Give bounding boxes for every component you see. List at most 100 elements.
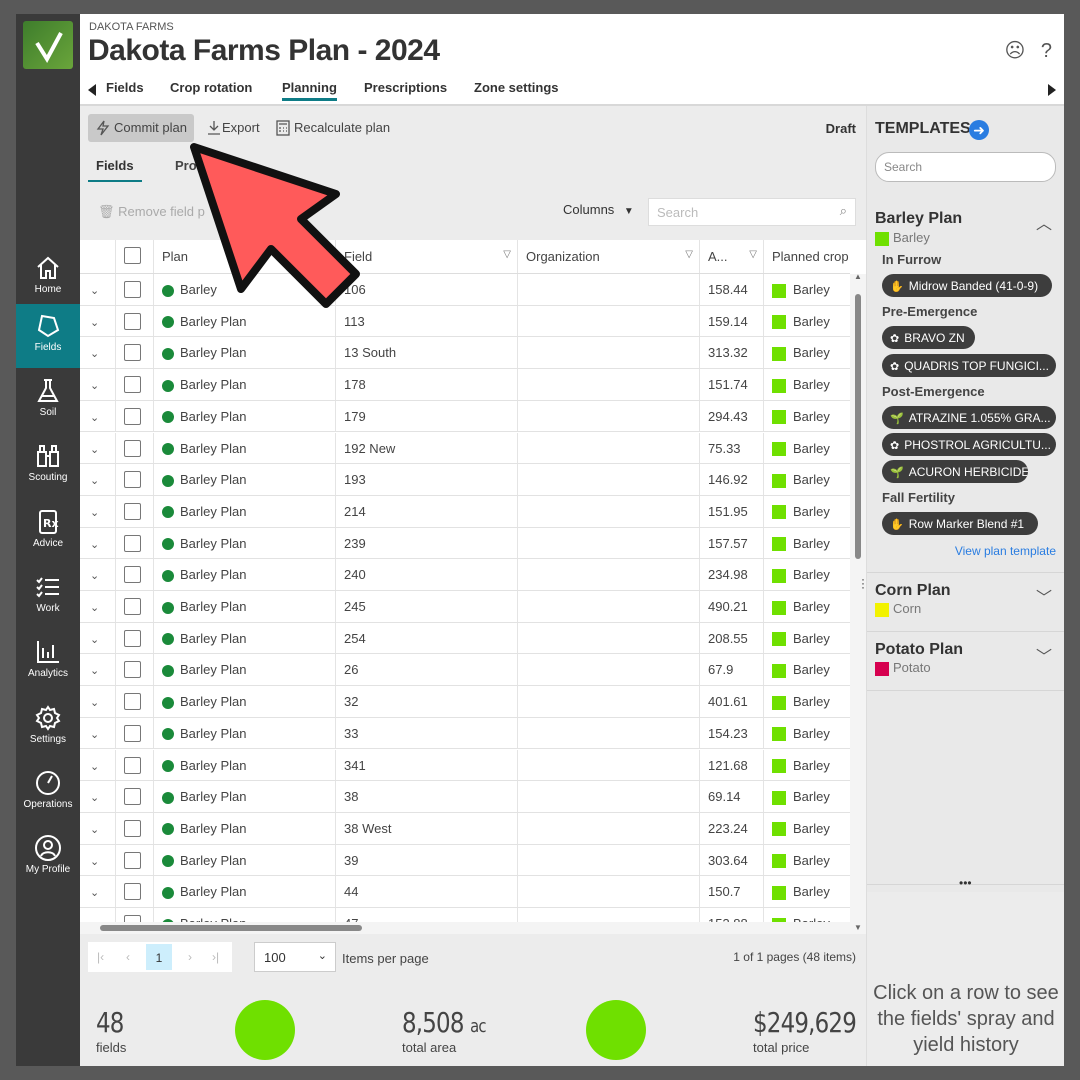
table-row[interactable]: ⌄ Barley Plan 245 490.21 Barley	[80, 591, 850, 623]
chevron-down-icon[interactable]: ﹀	[1036, 584, 1052, 608]
expand-row-icon[interactable]: ⌄	[80, 876, 116, 907]
table-row[interactable]: ⌄ Barley Plan 26 67.9 Barley	[80, 654, 850, 687]
tab-fields[interactable]: Fields	[106, 80, 144, 95]
table-row[interactable]: ⌄ Barley Plan 179 294.43 Barley	[80, 400, 850, 433]
row-checkbox[interactable]	[116, 495, 154, 527]
tab-planning[interactable]: Planning	[282, 80, 337, 101]
expand-row-icon[interactable]: ⌄	[80, 622, 116, 654]
subtab-fields[interactable]: Fields	[88, 158, 142, 182]
nav-settings[interactable]: Settings	[16, 696, 80, 760]
table-row[interactable]: ⌄ Barley Plan 214 151.95 Barley	[80, 495, 850, 528]
template-product-pill[interactable]: ✿ PHOSTROL AGRICULTU...	[882, 433, 1056, 456]
feedback-smiley-icon[interactable]: ☹	[1004, 40, 1025, 62]
planned-crop-column-header[interactable]: Planned crop	[764, 240, 850, 273]
table-row[interactable]: ⌄ Barley Plan 32 401.61 Barley	[80, 686, 850, 718]
prev-page-icon[interactable]: ‹	[126, 950, 130, 964]
help-icon[interactable]: ?	[1041, 40, 1052, 62]
nav-soil[interactable]: Soil	[16, 369, 80, 433]
tab-zone-settings[interactable]: Zone settings	[474, 80, 559, 95]
table-row[interactable]: ⌄ Barley Plan 13 South 313.32 Barley	[80, 337, 850, 370]
tab-prescriptions[interactable]: Prescriptions	[364, 80, 447, 95]
vertical-scrollbar[interactable]: ▲ ▼	[850, 272, 866, 934]
row-checkbox[interactable]	[116, 654, 154, 686]
row-checkbox[interactable]	[116, 527, 154, 559]
first-page-icon[interactable]: |‹	[97, 950, 104, 964]
columns-dropdown[interactable]: Columns ▼	[563, 202, 634, 217]
tab-scroll-left-icon[interactable]	[88, 84, 96, 96]
templates-search-input[interactable]: Search	[875, 152, 1056, 182]
row-checkbox[interactable]	[116, 622, 154, 654]
grid-search-input[interactable]: Search ⌕	[648, 198, 856, 226]
current-page-button[interactable]: 1	[146, 944, 172, 970]
row-checkbox[interactable]	[116, 337, 154, 369]
tab-crop-rotation[interactable]: Crop rotation	[170, 80, 252, 95]
template-product-pill[interactable]: 🌱 ATRAZINE 1.055% GRA...	[882, 406, 1056, 429]
area-column-header[interactable]: A... ▽	[700, 240, 764, 273]
vertical-scroll-thumb[interactable]	[855, 294, 861, 559]
nav-my-profile[interactable]: My Profile	[16, 826, 80, 890]
chevron-down-icon[interactable]: ﹀	[1036, 643, 1052, 667]
panel-resize-handle[interactable]: •••	[867, 876, 1064, 892]
template-product-pill[interactable]: 🌱 ACURON HERBICIDE	[882, 460, 1028, 483]
row-checkbox[interactable]	[116, 369, 154, 400]
nav-fields[interactable]: Fields	[16, 304, 80, 368]
nav-home[interactable]: Home	[16, 246, 80, 310]
filter-icon[interactable]: ▽	[503, 249, 511, 260]
expand-row-icon[interactable]: ⌄	[80, 559, 116, 590]
row-checkbox[interactable]	[116, 274, 154, 305]
row-checkbox[interactable]	[116, 686, 154, 717]
organization-column-header[interactable]: Organization ▽	[518, 240, 700, 273]
nav-operations[interactable]: Operations	[16, 761, 80, 825]
expand-row-icon[interactable]: ⌄	[80, 591, 116, 622]
row-checkbox[interactable]	[116, 844, 154, 876]
row-checkbox[interactable]	[116, 400, 154, 432]
expand-row-icon[interactable]: ⌄	[80, 527, 116, 559]
expand-row-icon[interactable]: ⌄	[80, 274, 116, 305]
table-row[interactable]: ⌄ Barley Plan 38 West 223.24 Barley	[80, 812, 850, 845]
table-row[interactable]: ⌄ Barley Plan 178 151.74 Barley	[80, 369, 850, 401]
expand-row-icon[interactable]: ⌄	[80, 369, 116, 400]
row-checkbox[interactable]	[116, 432, 154, 464]
arrow-right-icon[interactable]: ➜	[969, 120, 989, 140]
next-page-icon[interactable]: ›	[188, 950, 192, 964]
last-page-icon[interactable]: ›|	[212, 950, 219, 964]
row-checkbox[interactable]	[116, 717, 154, 749]
tab-scroll-right-icon[interactable]	[1048, 84, 1056, 96]
filter-icon[interactable]: ▽	[685, 249, 693, 260]
expand-row-icon[interactable]: ⌄	[80, 812, 116, 844]
expand-row-icon[interactable]: ⌄	[80, 337, 116, 369]
app-logo[interactable]	[23, 21, 73, 69]
barley-plan-title[interactable]: Barley Plan	[875, 210, 962, 228]
recalculate-plan-button[interactable]: Recalculate plan	[274, 114, 394, 142]
expand-row-icon[interactable]: ⌄	[80, 844, 116, 876]
view-plan-template-link[interactable]: View plan template	[955, 544, 1056, 558]
row-checkbox[interactable]	[116, 591, 154, 622]
scroll-up-icon[interactable]: ▲	[854, 272, 862, 281]
select-all-checkbox[interactable]	[116, 240, 154, 273]
row-checkbox[interactable]	[116, 464, 154, 495]
row-checkbox[interactable]	[116, 305, 154, 337]
nav-analytics[interactable]: Analytics	[16, 630, 80, 694]
horizontal-scrollbar[interactable]	[80, 922, 850, 934]
chevron-up-icon[interactable]: ︿	[1036, 210, 1052, 234]
expand-row-icon[interactable]: ⌄	[80, 717, 116, 749]
table-row[interactable]: ⌄ Barley Plan 44 150.7 Barley	[80, 876, 850, 908]
row-checkbox[interactable]	[116, 876, 154, 907]
template-product-pill[interactable]: ✋ Row Marker Blend #1	[882, 512, 1038, 535]
row-checkbox[interactable]	[116, 749, 154, 781]
table-row[interactable]: ⌄ Barley Plan 33 154.23 Barley	[80, 717, 850, 750]
expand-row-icon[interactable]: ⌄	[80, 400, 116, 432]
table-row[interactable]: ⌄ Barley Plan 254 208.55 Barley	[80, 622, 850, 655]
expand-row-icon[interactable]: ⌄	[80, 432, 116, 464]
template-product-pill[interactable]: ✿ BRAVO ZN	[882, 326, 975, 349]
horizontal-scroll-thumb[interactable]	[100, 925, 362, 931]
table-row[interactable]: ⌄ Barley Plan 239 157.57 Barley	[80, 527, 850, 560]
table-row[interactable]: ⌄ Barley Plan 240 234.98 Barley	[80, 559, 850, 591]
row-checkbox[interactable]	[116, 781, 154, 812]
row-checkbox[interactable]	[116, 559, 154, 590]
table-row[interactable]: ⌄ Barley Plan 341 121.68 Barley	[80, 749, 850, 782]
nav-work[interactable]: Work	[16, 565, 80, 629]
expand-row-icon[interactable]: ⌄	[80, 749, 116, 781]
filter-icon[interactable]: ▽	[749, 249, 757, 260]
expand-row-icon[interactable]: ⌄	[80, 686, 116, 717]
